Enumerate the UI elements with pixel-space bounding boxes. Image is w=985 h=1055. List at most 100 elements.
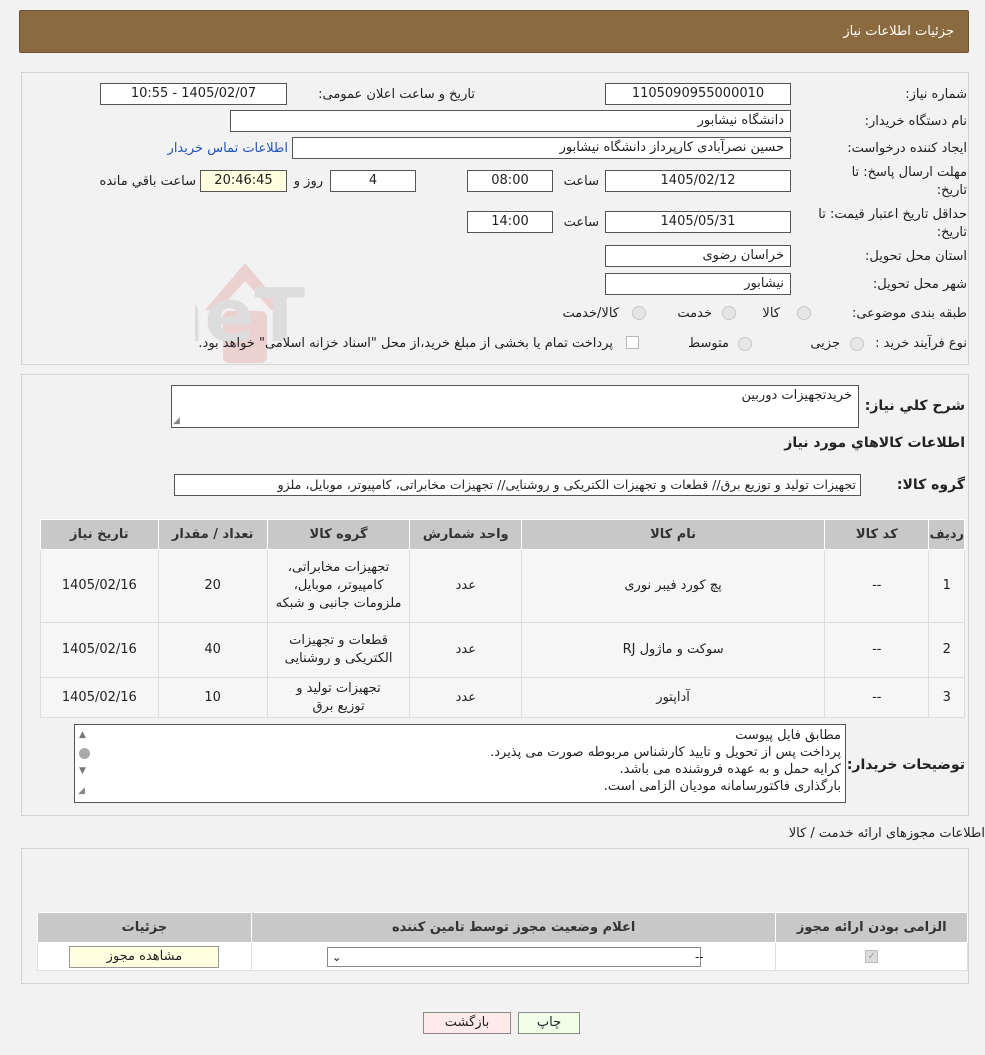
days-count-field: 4 — [330, 170, 416, 192]
province-field: خراسان رضوی — [605, 245, 791, 267]
table-row: 1 -- پچ کورد فیبر نوری عدد تجهیزات مخابر… — [40, 549, 965, 623]
buyer-note-line: پرداخت پس از تحویل و تایید کارشناس مربوط… — [490, 745, 841, 760]
validity-label: حداقل تاریخ اعتبار قیمت: تا تاریخ: — [818, 207, 967, 240]
permits-table: الزامی بودن ارائه مجوز اعلام وضعیت مجوز … — [37, 912, 968, 971]
unit: عدد — [409, 622, 523, 678]
buyer-notes-field: مطابق فایل پیوست پرداخت پس از تحویل و تا… — [74, 724, 846, 803]
unit: عدد — [409, 549, 523, 623]
contact-buyer-link[interactable]: اطلاعات تماس خریدار — [168, 141, 288, 156]
col-permit-required: الزامی بودن ارائه مجوز — [775, 912, 968, 943]
goods-group: تجهیزات تولید و توزیع برق — [266, 677, 411, 718]
buyer-note-line: کرایه حمل و به عهده فروشنده می باشد. — [619, 762, 841, 777]
col-permit-status: اعلام وضعیت مجوز توسط تامین کننده — [250, 912, 777, 943]
buyer-notes-scrollbar[interactable]: ▲ ▼ ◢ — [76, 726, 94, 800]
goods-group: قطعات و تجهیزات الکتریکی و روشنایی — [266, 622, 411, 678]
permit-details-cell: مشاهده مجوز — [37, 942, 252, 971]
quantity: 20 — [157, 549, 268, 623]
process-label: نوع فرآیند خرید : — [875, 336, 967, 351]
permits-table-header: الزامی بودن ارائه مجوز اعلام وضعیت مجوز … — [37, 912, 968, 943]
row-number: 2 — [928, 622, 965, 678]
col-quantity: تعداد / مقدار — [157, 519, 268, 550]
quantity: 40 — [157, 622, 268, 678]
col-row-number: ردیف — [928, 519, 965, 550]
category-goods-radio[interactable] — [797, 306, 811, 320]
resize-grip-icon[interactable]: ◢ — [78, 786, 85, 796]
category-label: طبقه بندی موضوعی: — [851, 306, 967, 321]
permit-status-value: -- — [694, 949, 704, 964]
requester-field: حسین نصرآبادی کارپرداز دانشگاه نیشابور — [292, 137, 791, 159]
category-goods-service-label: کالا/خدمت — [562, 306, 619, 321]
col-goods-name: نام کالا — [521, 519, 826, 550]
deadline-time-field: 08:00 — [467, 170, 553, 192]
goods-table: ردیف کد کالا نام کالا واحد شمارش گروه کا… — [40, 519, 965, 718]
goods-code: -- — [824, 622, 930, 678]
category-service-label: خدمت — [677, 306, 712, 321]
goods-group-label: گروه کالا: — [896, 477, 965, 493]
permit-required-checkbox[interactable]: ✓ — [865, 949, 879, 963]
need-number-field: 1105090955000010 — [605, 83, 791, 105]
goods-name: آداپتور — [521, 677, 826, 718]
goods-group: تجهیزات مخابراتی، کامپیوتر، موبایل، ملزو… — [266, 549, 411, 623]
category-service-radio[interactable] — [722, 306, 736, 320]
scroll-up-icon[interactable]: ▲ — [79, 730, 86, 740]
need-description-label: شرح كلي نياز: — [864, 398, 965, 414]
buyer-note-line: بارگذاری فاکتورسامانه مودیان الزامی است. — [603, 779, 841, 794]
goods-code: -- — [824, 677, 930, 718]
deadline-date-field: 1405/02/12 — [605, 170, 791, 192]
print-button[interactable]: چاپ — [518, 1012, 580, 1034]
goods-name: سوکت و ماژول RJ — [521, 622, 826, 678]
col-goods-code: کد کالا — [824, 519, 930, 550]
payment-note: پرداخت تمام یا بخشی از مبلغ خرید،از محل … — [198, 336, 613, 351]
requester-label: ایجاد کننده درخواست: — [847, 141, 967, 156]
need-number-label: شماره نیاز: — [905, 87, 967, 102]
validity-time-field: 14:00 — [467, 211, 553, 233]
announce-field: 1405/02/07 - 10:55 — [100, 83, 287, 105]
scroll-down-icon[interactable]: ▼ — [79, 766, 86, 776]
days-label: روز و — [293, 174, 323, 189]
page-title: جزئیات اطلاعات نیاز — [843, 24, 954, 39]
process-minor-radio[interactable] — [850, 337, 864, 351]
table-row: 2 -- سوکت و ماژول RJ عدد قطعات و تجهیزات… — [40, 622, 965, 678]
chevron-down-icon: ⌄ — [331, 949, 342, 964]
col-unit: واحد شمارش — [409, 519, 523, 550]
permit-status-cell: -- ⌄ — [250, 942, 777, 971]
permit-required-cell: ✓ — [775, 942, 968, 971]
validity-time-label: ساعت — [563, 215, 599, 230]
quantity: 10 — [157, 677, 268, 718]
buyer-org-label: نام دستگاه خریدار: — [864, 114, 967, 129]
table-row: 3 -- آداپتور عدد تجهیزات تولید و توزیع ب… — [40, 677, 965, 718]
remaining-time-field: 20:46:45 — [200, 170, 287, 192]
permit-status-select[interactable]: -- ⌄ — [326, 946, 704, 967]
need-description-field: خریدتجهیزات دوربین — [171, 385, 859, 428]
unit: عدد — [409, 677, 523, 718]
goods-info-title: اطلاعات کالاهاي مورد نياز — [784, 435, 965, 451]
permits-title: اطلاعات مجوزهای ارائه خدمت / کالا — [788, 826, 985, 841]
buyer-org-field: دانشگاه نیشابور — [230, 110, 791, 132]
payment-treasury-checkbox[interactable] — [626, 336, 639, 349]
need-date: 1405/02/16 — [40, 677, 159, 718]
row-number: 1 — [928, 549, 965, 623]
goods-name: پچ کورد فیبر نوری — [521, 549, 826, 623]
back-button[interactable]: بازگشت — [423, 1012, 511, 1034]
announce-label: تاریخ و ساعت اعلان عمومی: — [318, 87, 475, 102]
city-label: شهر محل تحویل: — [872, 277, 967, 292]
deadline-label: مهلت ارسال پاسخ: تا تاریخ: — [851, 165, 967, 198]
process-medium-label: متوسط — [688, 336, 729, 351]
row-number: 3 — [928, 677, 965, 718]
scroll-thumb[interactable] — [79, 748, 90, 759]
goods-table-header: ردیف کد کالا نام کالا واحد شمارش گروه کا… — [40, 519, 965, 550]
col-need-date: تاریخ نیاز — [40, 519, 159, 550]
need-description-resize-icon[interactable]: ◢ — [173, 416, 180, 426]
table-row: ✓ -- ⌄ مشاهده مجوز — [37, 942, 968, 971]
city-field: نیشابور — [605, 273, 791, 295]
province-label: استان محل تحویل: — [865, 249, 967, 264]
goods-code: -- — [824, 549, 930, 623]
buyer-note-line: مطابق فایل پیوست — [735, 728, 841, 743]
validity-date-field: 1405/05/31 — [605, 211, 791, 233]
col-permit-details: جزئیات — [37, 912, 252, 943]
category-goods-service-radio[interactable] — [632, 306, 646, 320]
process-medium-radio[interactable] — [738, 337, 752, 351]
goods-group-field: تجهیزات تولید و توزیع برق// قطعات و تجهی… — [174, 474, 861, 496]
category-goods-label: کالا — [762, 306, 780, 321]
view-permit-button[interactable]: مشاهده مجوز — [69, 945, 220, 968]
